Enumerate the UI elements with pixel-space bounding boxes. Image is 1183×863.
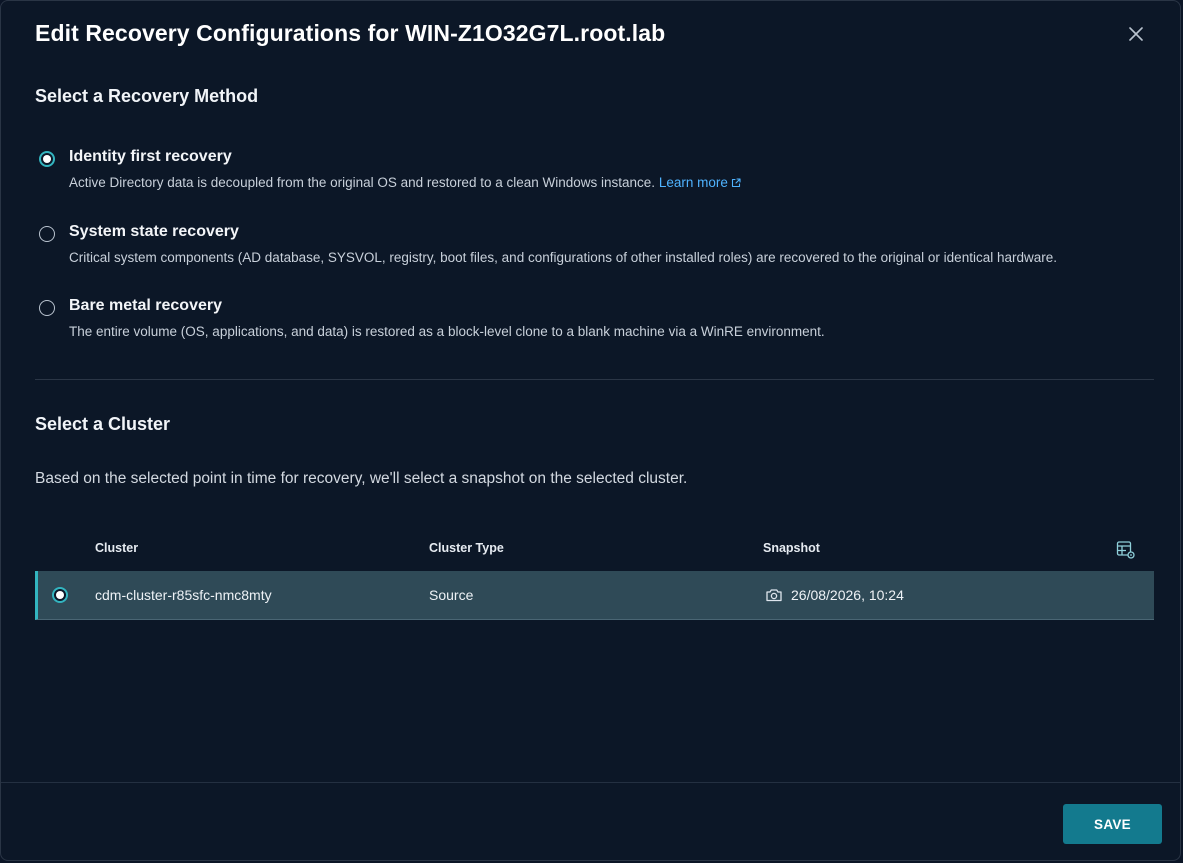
external-link-icon	[731, 178, 741, 188]
radio-bare-metal[interactable]	[39, 300, 55, 316]
section-divider	[35, 379, 1154, 380]
row-select-radio[interactable]	[52, 587, 68, 603]
radio-identity-first[interactable]	[39, 151, 55, 167]
cluster-description: Based on the selected point in time for …	[35, 470, 688, 487]
save-button[interactable]: SAVE	[1063, 804, 1162, 844]
footer-divider	[1, 782, 1180, 783]
cluster-section-title: Select a Cluster	[35, 414, 171, 434]
column-header-snapshot[interactable]: Snapshot	[763, 541, 820, 555]
option-description-text: Active Directory data is decoupled from …	[69, 175, 656, 190]
column-header-cluster[interactable]: Cluster	[95, 541, 138, 555]
close-icon	[1129, 27, 1143, 41]
recovery-method-title: Select a Recovery Method	[35, 86, 259, 106]
modal-title: Edit Recovery Configurations for WIN-Z1O…	[35, 20, 666, 46]
edit-recovery-modal: Edit Recovery Configurations for WIN-Z1O…	[0, 0, 1181, 861]
column-header-cluster-type[interactable]: Cluster Type	[429, 541, 504, 555]
option-label: Identity first recovery	[69, 148, 232, 165]
table-header: Cluster Cluster Type Snapshot	[35, 532, 1154, 570]
cell-snapshot-time: 26/08/2026, 10:24	[791, 587, 904, 603]
option-description: The entire volume (OS, applications, and…	[69, 324, 825, 339]
option-label: System state recovery	[69, 223, 239, 240]
cluster-table: Cluster Cluster Type Snapshot cdm-cluste…	[35, 532, 1154, 620]
camera-icon	[766, 589, 782, 602]
table-row[interactable]: cdm-cluster-r85sfc-nmc8mty Source 26/08/…	[35, 571, 1154, 620]
option-description: Active Directory data is decoupled from …	[69, 175, 741, 190]
learn-more-link[interactable]: Learn more	[659, 175, 741, 190]
cell-cluster-name: cdm-cluster-r85sfc-nmc8mty	[95, 587, 272, 603]
radio-system-state[interactable]	[39, 226, 55, 242]
close-button[interactable]	[1123, 21, 1149, 47]
learn-more-text: Learn more	[658, 175, 728, 190]
option-description: Critical system components (AD database,…	[69, 250, 1057, 265]
option-label: Bare metal recovery	[69, 297, 222, 314]
table-settings-icon[interactable]	[1116, 540, 1136, 560]
cell-cluster-type: Source	[429, 587, 474, 603]
